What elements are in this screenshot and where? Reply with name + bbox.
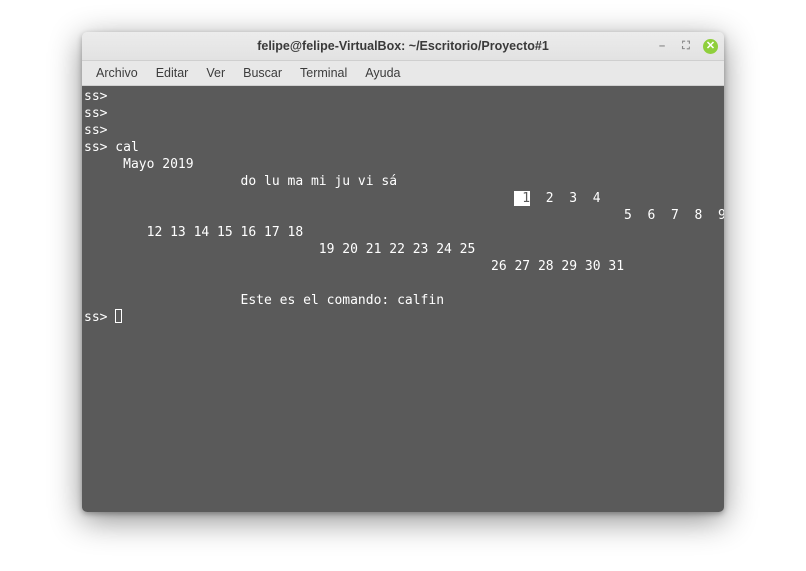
menu-editar[interactable]: Editar bbox=[148, 64, 197, 82]
term-line: ss> bbox=[84, 89, 107, 104]
maximize-button[interactable]: ⛶ bbox=[679, 39, 693, 53]
term-line: Mayo 2019 bbox=[84, 157, 248, 172]
term-line bbox=[84, 191, 514, 206]
term-line: do lu ma mi ju vi sá bbox=[84, 174, 413, 189]
term-line: 2 3 4 bbox=[530, 191, 616, 206]
term-line: Este es el comando: calfin bbox=[84, 293, 444, 308]
menu-buscar[interactable]: Buscar bbox=[235, 64, 290, 82]
term-line bbox=[84, 276, 256, 291]
term-line: 26 27 28 29 30 31 bbox=[84, 259, 640, 274]
terminal-window: felipe@felipe-VirtualBox: ~/Escritorio/P… bbox=[82, 32, 724, 512]
term-line: ss> bbox=[84, 310, 115, 325]
term-line: 19 20 21 22 23 24 25 bbox=[84, 242, 491, 257]
menu-ver[interactable]: Ver bbox=[198, 64, 233, 82]
term-line: 5 6 7 8 9 10 11 bbox=[84, 208, 724, 223]
cursor bbox=[115, 309, 122, 323]
window-controls: – ⛶ ✕ bbox=[655, 32, 718, 60]
term-line: 12 13 14 15 16 17 18 bbox=[84, 225, 319, 240]
menubar: Archivo Editar Ver Buscar Terminal Ayuda bbox=[82, 61, 724, 86]
terminal-body[interactable]: ss> ss> ss> ss> cal Mayo 2019 do lu ma m… bbox=[82, 86, 724, 512]
highlighted-day: 1 bbox=[514, 191, 530, 206]
menu-terminal[interactable]: Terminal bbox=[292, 64, 355, 82]
term-line: ss> cal bbox=[84, 140, 139, 155]
minimize-button[interactable]: – bbox=[655, 39, 669, 53]
term-line: ss> bbox=[84, 123, 107, 138]
term-line: ss> bbox=[84, 106, 107, 121]
close-button[interactable]: ✕ bbox=[703, 39, 718, 54]
menu-ayuda[interactable]: Ayuda bbox=[357, 64, 408, 82]
titlebar: felipe@felipe-VirtualBox: ~/Escritorio/P… bbox=[82, 32, 724, 61]
window-title: felipe@felipe-VirtualBox: ~/Escritorio/P… bbox=[257, 39, 549, 53]
menu-archivo[interactable]: Archivo bbox=[88, 64, 146, 82]
